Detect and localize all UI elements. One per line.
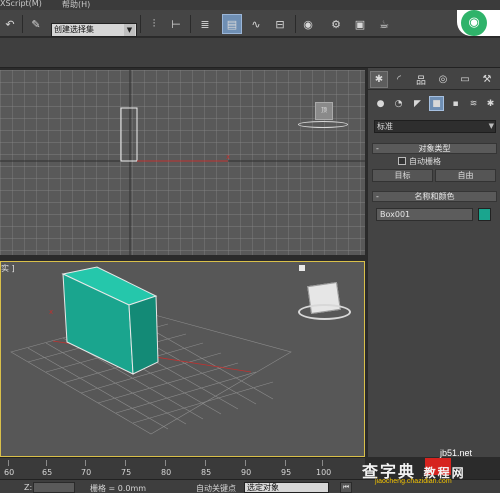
scene-explorer-icon[interactable]: ▤ (222, 14, 242, 34)
z-coordinate-field[interactable] (33, 482, 75, 493)
viewcube-persp-ring (298, 304, 351, 320)
schematic-icon[interactable]: ⊟ (270, 14, 290, 34)
create-tab-icon[interactable]: ✱ (370, 71, 388, 88)
wifi-icon: ◉ (461, 10, 487, 36)
material-editor-icon[interactable]: ◉ (298, 14, 318, 34)
grid-size-label: 栅格 = 0.0mm (90, 484, 147, 493)
timeline-tick (85, 460, 86, 466)
home-icon[interactable] (299, 265, 305, 271)
timeline-tick (285, 460, 286, 466)
timeline-label: 80 (161, 468, 172, 477)
timeline-tick (322, 460, 323, 466)
helpers-icon[interactable]: ▪ (448, 96, 463, 111)
checkbox-icon[interactable] (398, 157, 406, 165)
timeline-label: 70 (81, 468, 92, 477)
timeline-tick (8, 460, 9, 466)
time-slider[interactable]: 60 65 70 75 80 85 90 95 100 (0, 457, 365, 479)
rollout-title: 对象类型 (418, 144, 451, 153)
autokey-label[interactable]: 自动关键点 (196, 483, 236, 493)
top-viewport-grid: x (0, 70, 365, 255)
free-camera-button[interactable]: 自由 (435, 169, 496, 182)
go-to-start-icon[interactable]: ⏮ (340, 482, 352, 493)
name-color-rollout[interactable]: - 名称和颜色 (372, 191, 497, 202)
selection-set-dropdown[interactable]: 创建选择集 ▼ (51, 23, 137, 37)
ribbon-strip (0, 38, 500, 68)
rollout-collapse-icon: - (376, 192, 379, 201)
timeline-label: 65 (42, 468, 53, 477)
z-coordinate-label: Z: (24, 483, 33, 492)
toolbar-separator (295, 15, 296, 33)
toolbar-separator (140, 15, 141, 33)
rollout-title: 名称和颜色 (414, 192, 455, 201)
timeline-label: 75 (121, 468, 132, 477)
object-color-swatch[interactable] (478, 208, 491, 221)
spacewarps-icon[interactable]: ≋ (466, 96, 481, 111)
wifi-overlay: ◉ (457, 10, 500, 36)
curve-editor-icon[interactable]: ∿ (246, 14, 266, 34)
category-dropdown[interactable]: 标准 ▼ (374, 120, 496, 133)
autogrid-checkbox[interactable]: 自动栅格 (398, 156, 441, 167)
chevron-down-icon[interactable]: ▼ (489, 121, 494, 132)
hierarchy-tab-icon[interactable]: 品 (412, 71, 430, 88)
svg-text:x: x (226, 153, 230, 161)
autogrid-label: 自动栅格 (409, 157, 441, 166)
timeline-tick (125, 460, 126, 466)
rollout-collapse-icon: - (376, 144, 379, 153)
geometry-icon[interactable]: ● (373, 96, 388, 111)
motion-tab-icon[interactable]: ◎ (434, 71, 452, 88)
menu-item-maxscript[interactable]: XScript(M) (0, 0, 42, 8)
viewport-top[interactable]: x 顶 (0, 70, 365, 255)
render-frame-icon[interactable]: ▣ (350, 14, 370, 34)
watermark-url: jiaocheng.chazidian.com (375, 478, 452, 485)
abc-icon[interactable]: ✎ (26, 14, 46, 34)
undo-icon[interactable]: ↶ (0, 14, 20, 34)
timeline-label: 90 (241, 468, 252, 477)
shapes-icon[interactable]: ◔ (391, 96, 406, 111)
viewcube-top[interactable]: 顶 (315, 102, 333, 120)
systems-icon[interactable]: ✱ (483, 96, 498, 111)
cameras-icon[interactable]: ■ (429, 96, 444, 111)
object-type-rollout[interactable]: - 对象类型 (372, 143, 497, 154)
create-subcategories: ● ◔ ◤ ■ ▪ ≋ ✱ (368, 94, 500, 114)
modify-tab-icon[interactable]: ◜ (390, 71, 408, 88)
category-value: 标准 (377, 122, 393, 131)
menu-item-help[interactable]: 帮助(H) (62, 0, 90, 10)
utilities-tab-icon[interactable]: ⚒ (478, 71, 496, 88)
target-camera-button[interactable]: 目标 (372, 169, 433, 182)
timeline-tick (165, 460, 166, 466)
selection-set-value: 创建选择集 (54, 25, 94, 34)
viewport-perspective[interactable]: 实 ] x (0, 261, 365, 457)
timeline-label: 95 (281, 468, 292, 477)
timeline-label: 60 (4, 468, 15, 477)
watermark-site: jb51.net (440, 448, 473, 458)
toolbar-separator (22, 15, 23, 33)
menu-bar: XScript(M) 帮助(H) (0, 0, 500, 10)
render-setup-icon[interactable]: ⚙ (326, 14, 346, 34)
lights-icon[interactable]: ◤ (410, 96, 425, 111)
svg-text:x: x (49, 308, 53, 316)
render-icon[interactable]: ☕ (374, 14, 394, 34)
object-name-input[interactable]: Box001 (376, 208, 473, 221)
timeline-tick (245, 460, 246, 466)
chevron-down-icon[interactable]: ▼ (124, 24, 135, 36)
command-panel-tabs: ✱ ◜ 品 ◎ ▭ ⚒ (368, 68, 500, 90)
command-panel: ✱ ◜ 品 ◎ ▭ ⚒ ● ◔ ◤ ■ ▪ ≋ ✱ 标准 ▼ - 对象类型 自动… (367, 68, 500, 457)
timeline-tick (46, 460, 47, 466)
toolbar-separator (190, 15, 191, 33)
selection-filter-dropdown[interactable]: 选定对象 (244, 482, 329, 493)
display-tab-icon[interactable]: ▭ (456, 71, 474, 88)
viewcube-ring (298, 121, 348, 128)
timeline-label: 85 (201, 468, 212, 477)
mirror-icon[interactable]: ⫶ (144, 14, 164, 34)
align-icon[interactable]: ⊢ (166, 14, 186, 34)
layer-icon[interactable]: ≣ (195, 14, 215, 34)
timeline-tick (205, 460, 206, 466)
timeline-label: 100 (316, 468, 332, 477)
main-toolbar: ↶ ✎ 创建选择集 ▼ ⫶ ⊢ ≣ ▤ ∿ ⊟ ◉ ⚙ ▣ ☕ ◉ (0, 10, 500, 37)
